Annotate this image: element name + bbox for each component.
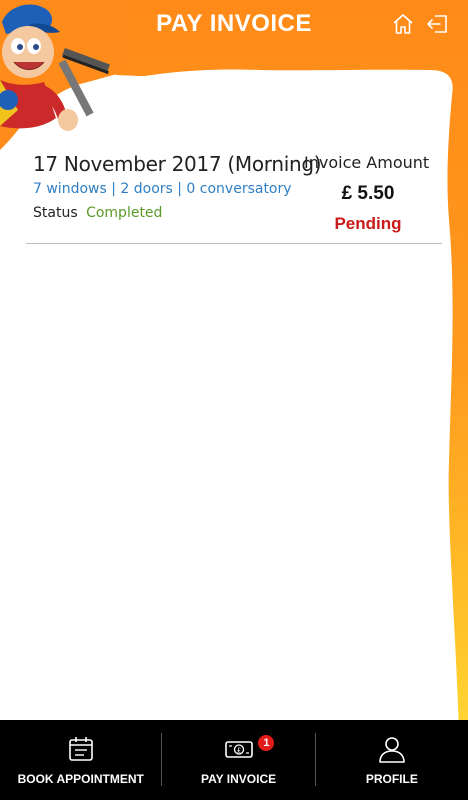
svg-text:£: £ xyxy=(236,747,240,755)
banknote-icon: £ xyxy=(224,741,253,758)
calendar-icon xyxy=(68,737,93,761)
appointment-items: 7 windows | 2 doors | 0 conversatory xyxy=(33,181,292,197)
bottom-nav: BOOK APPOINTMENT £ 1 PAY INVOICE PROFILE xyxy=(0,720,468,800)
invoice-amount: £ 5.50 xyxy=(341,183,395,204)
mascot-logo xyxy=(0,4,110,131)
invoice-count-badge: 1 xyxy=(258,735,275,751)
invoice-amount-label: Invoice Amount xyxy=(304,153,430,172)
status-row: Status Completed xyxy=(33,205,162,221)
nav-pay-invoice[interactable]: £ 1 PAY INVOICE xyxy=(162,720,314,800)
payment-status[interactable]: Pending xyxy=(304,214,432,234)
nav-label-book: BOOK APPOINTMENT xyxy=(17,772,144,786)
status-label: Status xyxy=(33,205,78,221)
nav-label-pay: PAY INVOICE xyxy=(200,772,277,786)
nav-label-profile: PROFILE xyxy=(365,772,418,786)
row-divider xyxy=(26,243,442,244)
appointment-date: 17 November 2017 (Morning) xyxy=(33,152,322,176)
nav-profile[interactable]: PROFILE xyxy=(316,720,468,800)
status-value: Completed xyxy=(86,205,163,221)
user-icon xyxy=(379,737,405,763)
nav-book-appointment[interactable]: BOOK APPOINTMENT xyxy=(0,720,161,800)
